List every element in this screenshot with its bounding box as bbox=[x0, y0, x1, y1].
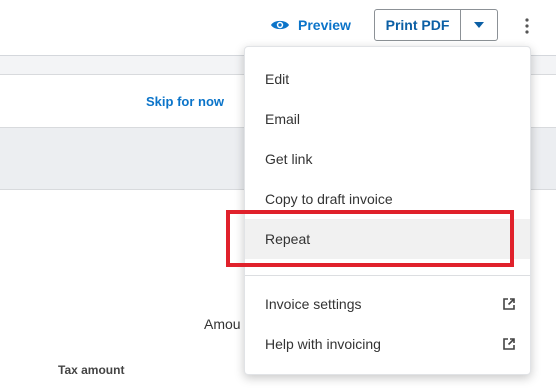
preview-label: Preview bbox=[298, 17, 351, 33]
more-options-button[interactable] bbox=[517, 15, 537, 37]
more-options-menu: Edit Email Get link Copy to draft invoic… bbox=[244, 46, 531, 375]
eye-icon bbox=[271, 20, 289, 30]
menu-item-label: Help with invoicing bbox=[265, 336, 381, 352]
print-pdf-button[interactable]: Print PDF bbox=[375, 10, 461, 40]
print-pdf-split-button: Print PDF bbox=[374, 9, 498, 41]
menu-item-label: Email bbox=[265, 111, 301, 127]
tax-amount-label: Tax amount bbox=[58, 363, 125, 377]
menu-divider bbox=[245, 275, 530, 276]
external-link-icon bbox=[503, 338, 515, 350]
menu-item-invoice-settings[interactable]: Invoice settings bbox=[245, 284, 530, 324]
menu-item-label: Get link bbox=[265, 151, 313, 167]
print-options-button[interactable] bbox=[461, 10, 497, 40]
menu-item-email[interactable]: Email bbox=[245, 99, 530, 139]
menu-item-repeat[interactable]: Repeat bbox=[245, 219, 530, 259]
menu-item-get-link[interactable]: Get link bbox=[245, 139, 530, 179]
caret-down-icon bbox=[474, 22, 484, 28]
external-link-icon bbox=[503, 298, 515, 310]
menu-item-edit[interactable]: Edit bbox=[245, 59, 530, 99]
preview-button[interactable]: Preview bbox=[270, 14, 351, 36]
menu-item-label: Copy to draft invoice bbox=[265, 191, 393, 207]
menu-item-help-with-invoicing[interactable]: Help with invoicing bbox=[245, 324, 530, 364]
menu-item-label: Invoice settings bbox=[265, 296, 362, 312]
menu-item-label: Repeat bbox=[265, 231, 311, 247]
menu-item-label: Edit bbox=[265, 71, 290, 87]
amount-label: Amou bbox=[204, 316, 241, 332]
skip-for-now-link[interactable]: Skip for now bbox=[146, 94, 224, 109]
menu-item-copy-to-draft[interactable]: Copy to draft invoice bbox=[245, 179, 530, 219]
kebab-icon bbox=[525, 18, 529, 34]
